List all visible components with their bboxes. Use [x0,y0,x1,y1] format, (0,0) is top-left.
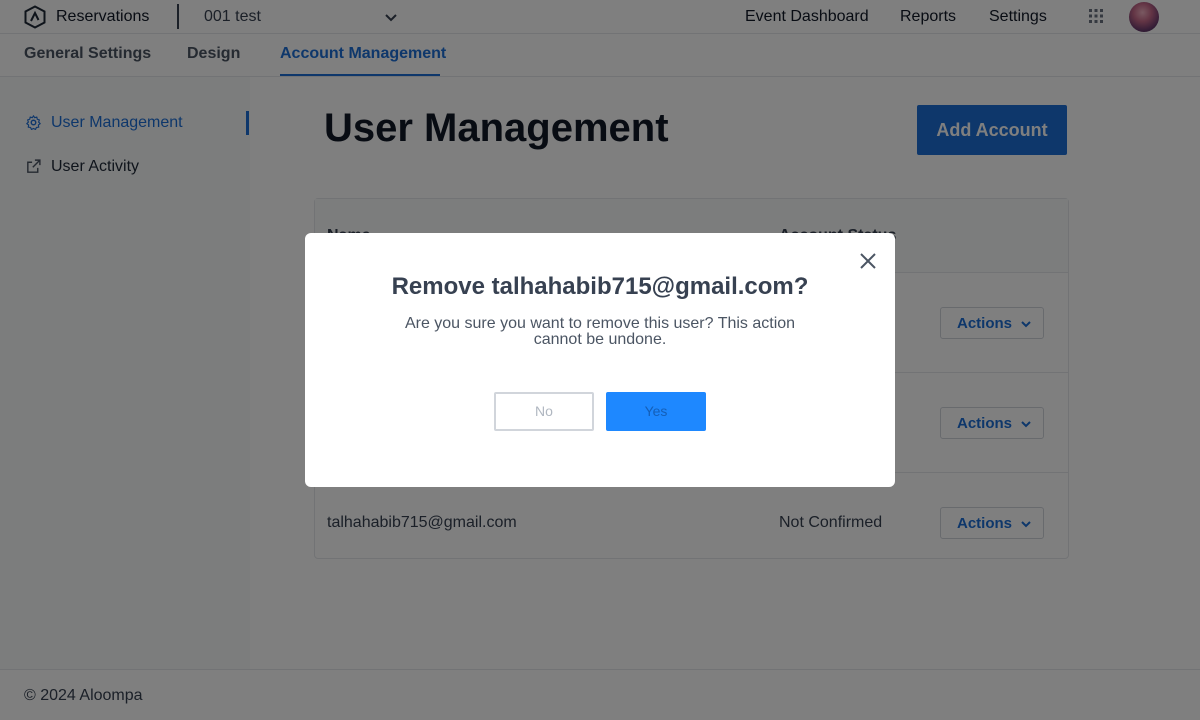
remove-user-dialog: Remove talhahabib715@gmail.com? Are you … [305,233,895,487]
no-button[interactable]: No [494,392,594,431]
dialog-title: Remove talhahabib715@gmail.com? [391,273,809,300]
dialog-message: Are you sure you want to remove this use… [404,315,796,348]
close-icon[interactable] [858,251,878,271]
yes-button[interactable]: Yes [606,392,706,431]
